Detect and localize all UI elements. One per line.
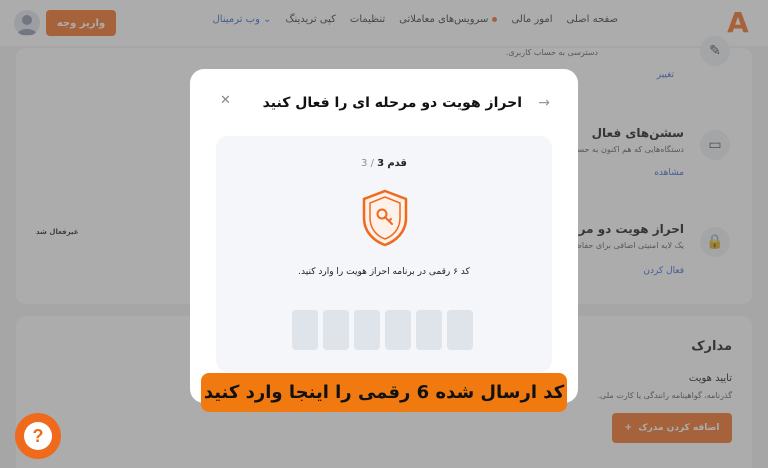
code-entry-panel: قدم 3 / 3 کد ۶ رقمی در برنامه احراز هویت… (216, 136, 552, 372)
question-icon: ? (24, 422, 52, 450)
otp-code-inputs (292, 310, 473, 350)
shield-key-icon (360, 188, 410, 248)
help-button[interactable]: ? (15, 413, 61, 459)
otp-digit-input[interactable] (416, 310, 442, 350)
instruction-text: کد ۶ رقمی در برنامه احراز هویت را وارد ک… (298, 267, 470, 277)
arrow-right-icon[interactable]: → (538, 95, 550, 111)
otp-digit-input[interactable] (292, 310, 318, 350)
instruction-banner: کد ارسال شده 6 رقمی را اینجا وارد کنید (201, 373, 567, 412)
step-indicator: قدم 3 / 3 (361, 158, 407, 169)
otp-digit-input[interactable] (354, 310, 380, 350)
modal-title: احراز هویت دو مرحله ای را فعال کنید (262, 95, 522, 111)
close-icon[interactable]: ✕ (220, 93, 231, 108)
otp-digit-input[interactable] (385, 310, 411, 350)
otp-digit-input[interactable] (447, 310, 473, 350)
otp-digit-input[interactable] (323, 310, 349, 350)
twofa-modal: ✕ احراز هویت دو مرحله ای را فعال کنید → … (190, 69, 578, 403)
